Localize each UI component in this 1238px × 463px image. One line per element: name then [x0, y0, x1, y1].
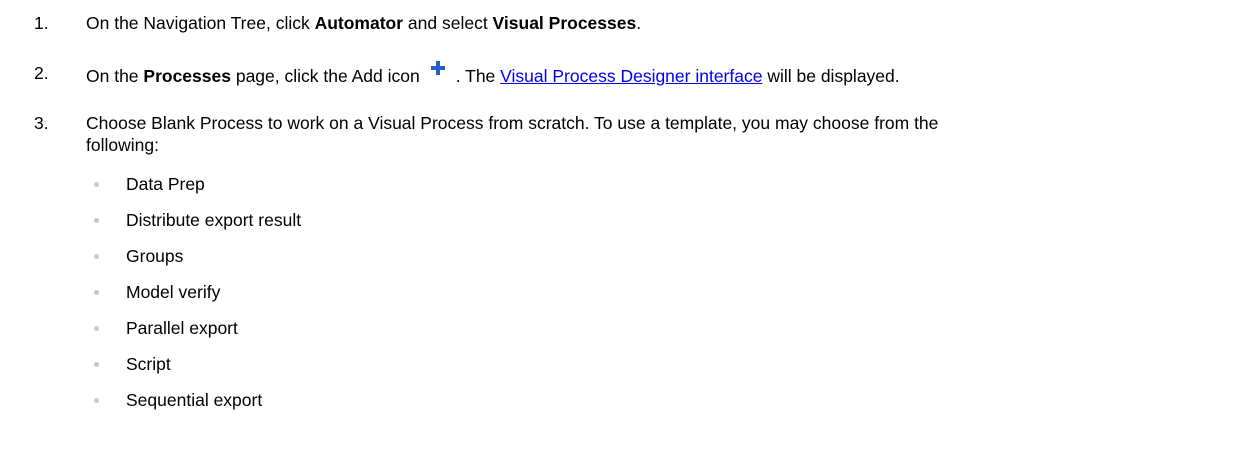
step-1: 1. On the Navigation Tree, click Automat…: [0, 12, 1218, 34]
visual-processes-label: Visual Processes: [492, 13, 637, 33]
step-3: 3. Choose Blank Process to work on a Vis…: [0, 112, 1218, 156]
bullet-icon: [94, 182, 99, 187]
bullet-icon: [94, 290, 99, 295]
bullet-icon: [94, 218, 99, 223]
bullet-icon: [94, 254, 99, 259]
processes-label: Processes: [143, 66, 231, 86]
step-2: 2. On the Processes page, click the Add …: [0, 61, 1218, 87]
bullet-icon: [94, 398, 99, 403]
bullet-icon: [94, 326, 99, 331]
step-number: 2.: [34, 63, 49, 83]
visual-process-designer-link[interactable]: Visual Process Designer interface: [500, 66, 762, 86]
bullet-icon: [94, 362, 99, 367]
step-text: On the Processes page, click the Add ico…: [86, 61, 1218, 87]
step-number: 1.: [34, 13, 49, 33]
step-text: Choose Blank Process to work on a Visual…: [86, 113, 939, 155]
step-number: 3.: [34, 113, 49, 133]
automator-label: Automator: [314, 13, 404, 33]
add-plus-icon: [424, 61, 452, 86]
step-text: On the Navigation Tree, click Automator …: [86, 13, 642, 33]
